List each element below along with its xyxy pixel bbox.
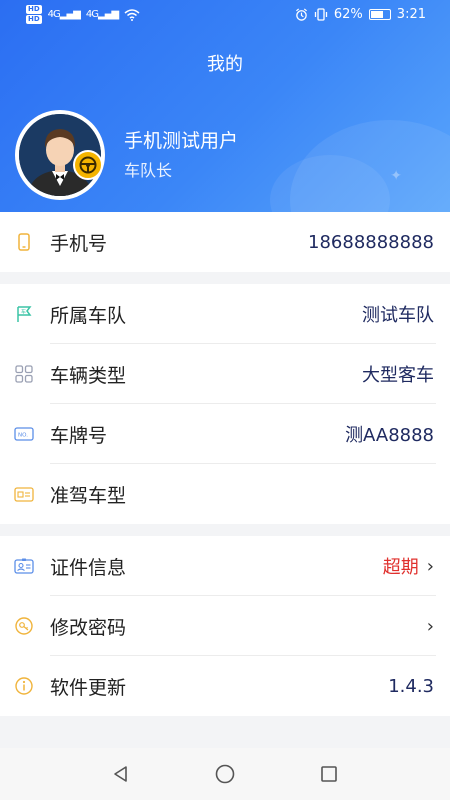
id-card-icon	[14, 556, 34, 576]
user-role: 车队长	[124, 161, 173, 180]
vehicle-type-value: 大型客车	[362, 365, 434, 386]
phone-icon	[14, 232, 34, 252]
clock: 3:21	[396, 7, 426, 22]
flag-icon: 车	[14, 304, 34, 324]
svg-text:车: 车	[21, 309, 26, 316]
vehicle-section: 车 所属车队 测试车队 车辆类型 大型客车 NO. 车牌号 测AA8888 准驾…	[0, 284, 450, 524]
fleet-label: 所属车队	[50, 304, 127, 327]
certificate-row[interactable]: 证件信息 超期 ›	[0, 536, 450, 596]
user-name: 手机测试用户	[124, 130, 239, 152]
app-version: 1.4.3	[388, 675, 434, 697]
phone-row: 手机号 18688888888	[0, 212, 450, 272]
certificate-status: 超期	[382, 557, 419, 578]
back-icon[interactable]	[111, 764, 131, 784]
hd-icon: HD HD	[26, 5, 42, 24]
software-update-row[interactable]: 软件更新 1.4.3	[0, 656, 450, 716]
settings-section: 证件信息 超期 › 修改密码 › 软件更新 1.4.3	[0, 536, 450, 716]
vehicle-type-row: 车辆类型 大型客车	[0, 344, 450, 404]
software-update-label: 软件更新	[50, 676, 127, 699]
chevron-right-icon: ›	[426, 615, 434, 637]
plate-value: 测AA8888	[345, 425, 434, 446]
signal-icon: 4G▂▄▆	[85, 9, 119, 20]
info-icon	[14, 676, 34, 696]
svg-text:NO.: NO.	[18, 433, 28, 439]
vehicle-type-label: 车辆类型	[50, 364, 127, 387]
fleet-row: 车 所属车队 测试车队	[0, 284, 450, 344]
certificate-label: 证件信息	[50, 556, 127, 579]
page-title: 我的	[207, 54, 243, 75]
battery-icon	[368, 9, 391, 20]
battery-percent: 62%	[333, 7, 363, 22]
recents-icon[interactable]	[319, 764, 339, 784]
plate-row: NO. 车牌号 测AA8888	[0, 404, 450, 464]
license-class-row: 准驾车型	[0, 464, 450, 524]
home-icon[interactable]	[214, 763, 236, 785]
grid-icon	[14, 364, 34, 384]
status-bar: HD HD 4G▂▄▆ 4G▂▄▆ 62% 3:21	[0, 0, 450, 30]
plate-icon: NO.	[14, 424, 34, 444]
system-navigation-bar	[0, 748, 450, 800]
chevron-right-icon: ›	[426, 555, 434, 577]
phone-label: 手机号	[50, 232, 108, 255]
phone-value: 18688888888	[308, 231, 434, 253]
phone-section: 手机号 18688888888	[0, 212, 450, 272]
fleet-value: 测试车队	[362, 305, 434, 326]
plate-label: 车牌号	[50, 424, 108, 447]
wifi-icon	[124, 8, 140, 21]
signal-icon: 4G▂▄▆	[47, 9, 81, 20]
alarm-icon	[295, 8, 307, 21]
vibrate-icon	[314, 8, 328, 21]
change-password-label: 修改密码	[50, 616, 127, 639]
key-icon	[14, 616, 34, 636]
license-class-label: 准驾车型	[50, 484, 127, 507]
license-icon	[14, 484, 34, 504]
sparkle-icon: ✦	[390, 168, 402, 184]
steering-wheel-icon	[73, 150, 103, 180]
change-password-row[interactable]: 修改密码 ›	[0, 596, 450, 656]
